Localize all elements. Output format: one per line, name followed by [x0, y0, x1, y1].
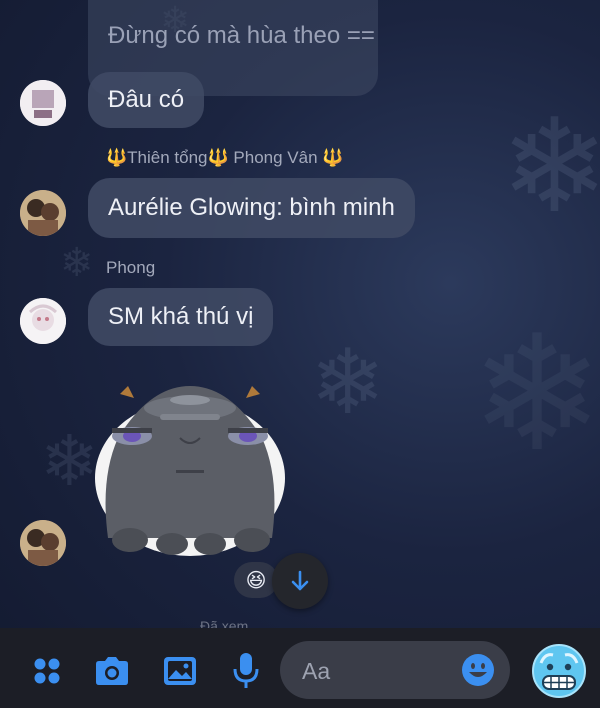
emoji-icon	[462, 654, 494, 686]
laughing-emoji-icon: 😆	[245, 568, 267, 592]
trident-emoji: 🔱	[322, 148, 344, 167]
message-text: Đừng có mà hùa theo ==	[108, 22, 375, 49]
snowflake-decoration: ❄	[60, 240, 94, 286]
apps-icon	[34, 658, 60, 684]
microphone-icon	[233, 653, 259, 688]
trident-emoji: 🔱	[207, 148, 229, 167]
apps-button[interactable]	[28, 652, 66, 690]
trident-emoji: 🔱	[106, 148, 128, 167]
avatar[interactable]	[20, 80, 66, 126]
gallery-button[interactable]	[160, 652, 200, 690]
sticker-image[interactable]	[90, 378, 290, 556]
message-text: Aurélie Glowing: bình minh	[108, 194, 395, 221]
message-input-placeholder: Aa	[302, 658, 331, 684]
snowflake-decoration: ❄	[500, 90, 600, 242]
message-text: Đâu có	[108, 86, 185, 113]
message-bubble[interactable]: SM khá thú vị	[88, 288, 274, 346]
voice-record-button[interactable]	[228, 650, 264, 692]
snowflake-decoration: ❄	[310, 330, 386, 435]
message-input[interactable]: Aa	[280, 641, 510, 699]
message-bubble[interactable]: Aurélie Glowing: bình minh	[88, 178, 415, 238]
camera-icon	[96, 657, 128, 685]
camera-button[interactable]	[92, 652, 132, 690]
snowflake-decoration: ❄	[470, 300, 600, 487]
seen-indicator: Đã xem	[200, 618, 249, 628]
sender-name: Phong	[106, 258, 156, 277]
avatar[interactable]	[20, 298, 66, 344]
message-text: SM khá thú vị	[108, 303, 254, 330]
quick-reaction-button[interactable]	[530, 642, 588, 700]
sender-name: 🔱Thiên tổng🔱 Phong Vân 🔱	[106, 148, 344, 167]
emoji-button[interactable]	[460, 652, 496, 688]
cold-face-emoji-icon	[532, 644, 586, 698]
scroll-down-button[interactable]	[272, 553, 328, 609]
gallery-icon	[164, 657, 196, 685]
message-bubble[interactable]: Đâu có	[88, 72, 205, 128]
scroll-down-arrow-icon	[291, 570, 309, 591]
avatar[interactable]	[20, 190, 66, 236]
avatar[interactable]	[20, 520, 66, 566]
